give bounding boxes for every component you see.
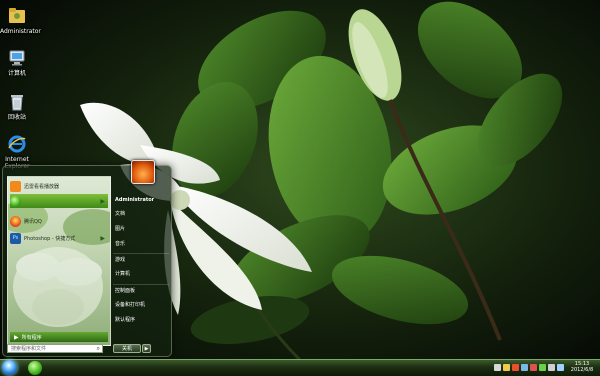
right-item-control-panel[interactable]: 控制面板 (113, 284, 169, 295)
right-item-music[interactable]: 音乐 (113, 238, 169, 249)
user-picture[interactable] (131, 160, 155, 184)
start-menu: 迅雷看看播放器 ▶ 腾讯QQ Ps Photoshop - 快捷方式 ▶ ▶ 所… (2, 160, 172, 357)
xunlei-icon (10, 180, 21, 192)
system-tray (494, 364, 564, 371)
tray-icon[interactable] (512, 364, 519, 371)
right-item-games[interactable]: 游戏 (113, 253, 169, 264)
photoshop-icon: Ps (10, 232, 21, 244)
submenu-arrow-icon: ▶ (100, 234, 105, 242)
right-item-computer[interactable]: 计算机 (113, 268, 169, 279)
desktop-icon-administrator[interactable]: Administrator (0, 6, 41, 35)
submenu-arrow-icon: ▶ (100, 197, 105, 205)
clock-date: 2012/6/8 (570, 367, 594, 373)
computer-icon (7, 48, 27, 68)
qq-icon (10, 215, 21, 227)
tray-icon[interactable] (557, 364, 564, 371)
pinned-item-qq[interactable]: 腾讯QQ (10, 214, 108, 228)
desktop-icon-label: Administrator (0, 28, 41, 35)
arrow-right-icon: ▶ (14, 333, 19, 341)
search-icon: ⌕ (96, 345, 100, 352)
tray-icon[interactable] (503, 364, 510, 371)
pinned-item-xunlei[interactable]: 迅雷看看播放器 (10, 179, 108, 193)
all-programs-button[interactable]: ▶ 所有程序 (10, 332, 108, 342)
search-placeholder: 搜索程序和文件 (11, 346, 47, 352)
shutdown-options-button[interactable]: ▶ (142, 344, 151, 353)
pinned-item-label: 腾讯QQ (24, 218, 42, 225)
green-app-icon (10, 195, 21, 207)
desktop-icon-computer[interactable]: 计算机 (0, 48, 34, 77)
recycle-bin-icon (7, 92, 27, 112)
right-item-documents[interactable]: 文档 (113, 208, 169, 219)
right-item-default-programs[interactable]: 默认程序 (113, 314, 169, 325)
user-name-link[interactable]: Administrator (113, 194, 169, 205)
pinned-item-label: Photoshop - 快捷方式 (24, 235, 76, 242)
taskbar: 15:13 2012/6/8 (0, 359, 600, 376)
start-button[interactable] (2, 360, 17, 375)
tray-icon[interactable] (521, 364, 528, 371)
tray-icon[interactable] (494, 364, 501, 371)
right-item-pictures[interactable]: 图片 (113, 223, 169, 234)
tray-icon[interactable] (548, 364, 555, 371)
ie-icon (7, 134, 27, 154)
shutdown-button[interactable]: 关机 (113, 344, 141, 353)
desktop-icon-recycle-bin[interactable]: 回收站 (0, 92, 34, 121)
clock[interactable]: 15:13 2012/6/8 (566, 361, 598, 373)
pinned-item-label: 迅雷看看播放器 (24, 183, 60, 190)
desktop-icon-label: 计算机 (7, 70, 26, 77)
tray-icon[interactable] (530, 364, 537, 371)
search-input[interactable]: 搜索程序和文件 ⌕ (7, 344, 103, 353)
taskbar-app-icon[interactable] (28, 361, 42, 375)
start-menu-programs-pane: 迅雷看看播放器 ▶ 腾讯QQ Ps Photoshop - 快捷方式 ▶ ▶ 所… (7, 176, 111, 346)
right-item-devices-printers[interactable]: 设备和打印机 (113, 299, 169, 310)
tray-icon[interactable] (539, 364, 546, 371)
all-programs-label: 所有程序 (21, 334, 42, 341)
user-folder-icon (7, 6, 27, 26)
pinned-item-green-app[interactable]: ▶ (10, 194, 108, 208)
desktop-icon-label: 回收站 (7, 114, 26, 121)
pinned-item-photoshop[interactable]: Ps Photoshop - 快捷方式 ▶ (10, 231, 108, 245)
